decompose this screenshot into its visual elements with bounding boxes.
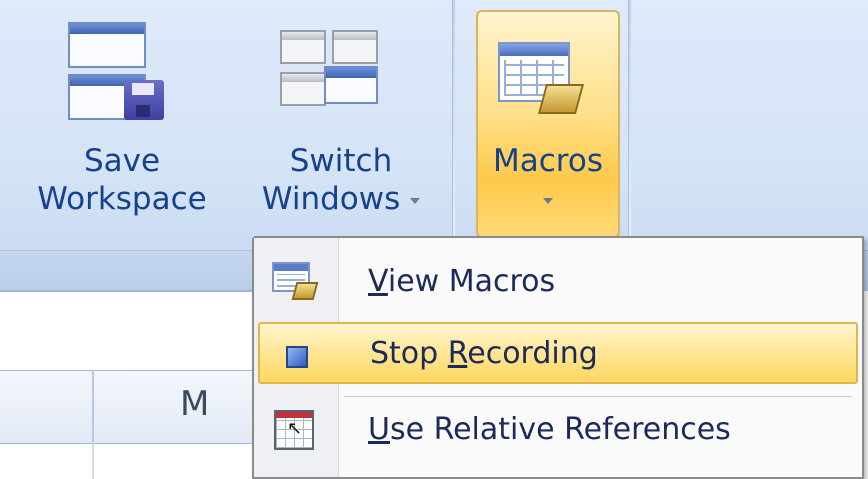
menu-item-label: Use Relative References	[368, 412, 731, 447]
gridline	[92, 442, 94, 479]
relative-references-icon	[272, 410, 316, 452]
menu-separator	[344, 396, 852, 397]
menu-item-label: Stop Recording	[370, 336, 598, 371]
ribbon-group-separator	[452, 0, 455, 240]
menu-item-view-macros[interactable]: View Macros	[258, 252, 858, 314]
save-workspace-label-line2: Workspace	[37, 181, 207, 217]
macros-label-wrap: Macros	[478, 142, 618, 218]
chevron-down-icon	[410, 197, 421, 204]
switch-windows-label-line1: Switch	[289, 143, 393, 179]
menu-item-stop-recording[interactable]: Stop Recording	[258, 322, 858, 384]
switch-windows-label-line2-wrap: Windows	[232, 180, 450, 218]
column-header-m[interactable]: M	[180, 384, 209, 424]
ribbon-group-separator	[628, 0, 631, 240]
save-workspace-icon	[66, 22, 172, 124]
macros-dropdown-menu: View Macros Stop Recording Use Relative …	[252, 236, 864, 479]
save-workspace-label-line1: Save	[83, 143, 161, 179]
view-macros-icon	[272, 262, 319, 304]
switch-windows-label-line2: Windows	[261, 181, 401, 217]
switch-windows-icon	[280, 30, 380, 114]
stop-recording-icon	[274, 334, 318, 376]
formula-bar-area[interactable]	[0, 290, 260, 372]
chevron-down-icon	[543, 197, 553, 204]
column-header-row	[0, 370, 260, 444]
macros-label: Macros	[493, 143, 603, 179]
macros-icon	[498, 42, 585, 122]
switch-windows-button[interactable]: Switch Windows	[232, 142, 450, 218]
menu-item-use-relative-references[interactable]: Use Relative References	[258, 400, 858, 462]
save-workspace-button[interactable]: Save Workspace	[20, 142, 224, 218]
column-divider[interactable]	[92, 370, 94, 442]
menu-item-label: View Macros	[368, 264, 556, 299]
